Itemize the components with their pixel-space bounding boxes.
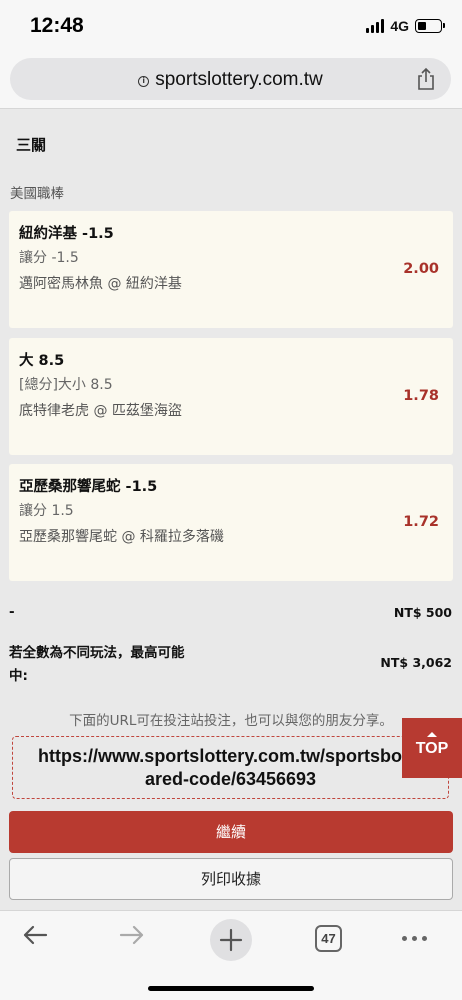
share-icon[interactable] bbox=[415, 67, 437, 91]
signal-icon bbox=[366, 19, 385, 33]
bet-card: 亞歷桑那響尾蛇 -1.5 讓分 1.5 亞歷桑那響尾蛇 @ 科羅拉多落磯 1.7… bbox=[9, 464, 453, 581]
stake-label: - bbox=[9, 604, 15, 620]
max-win-label-line2: 中: bbox=[9, 668, 28, 684]
bet-match: 邁阿密馬林魚 @ 紐約洋基 bbox=[19, 276, 182, 292]
new-tab-button[interactable] bbox=[210, 919, 252, 961]
bet-odds: 1.78 bbox=[403, 388, 439, 404]
bet-market: 讓分 1.5 bbox=[19, 503, 74, 519]
arrow-up-icon bbox=[427, 732, 437, 737]
battery-level bbox=[418, 22, 427, 30]
address-bar[interactable]: i sportslottery.com.tw bbox=[10, 58, 451, 100]
back-arrow-icon[interactable] bbox=[13, 921, 57, 957]
battery-icon bbox=[415, 19, 445, 33]
home-indicator bbox=[148, 986, 314, 991]
max-win-value: NT$ 3,062 bbox=[380, 655, 452, 670]
share-url-line: ared-code/63456693 bbox=[144, 769, 317, 789]
plus-icon bbox=[219, 928, 243, 952]
share-url-box[interactable]: https://www.sportslottery.com.tw/sportsb… bbox=[12, 736, 449, 799]
back-to-top-button[interactable]: TOP bbox=[402, 718, 462, 778]
url-text: sportslottery.com.tw bbox=[155, 69, 323, 90]
continue-button[interactable]: 繼續 bbox=[9, 811, 453, 853]
browser-address-area: i sportslottery.com.tw bbox=[0, 52, 462, 109]
status-bar: 12:48 4G bbox=[0, 0, 462, 52]
tabs-button[interactable]: 47 bbox=[315, 925, 342, 952]
stake-value: NT$ 500 bbox=[393, 605, 452, 620]
bet-slip: 三關 美國職棒 紐約洋基 -1.5 讓分 -1.5 邁阿密馬林魚 @ 紐約洋基 … bbox=[0, 110, 462, 910]
bet-market: [總分]大小 8.5 bbox=[19, 377, 113, 393]
network-type: 4G bbox=[390, 18, 409, 34]
bet-match: 底特律老虎 @ 匹茲堡海盜 bbox=[19, 403, 182, 419]
share-url-line: https://www.sportslottery.com.tw/sportsb… bbox=[37, 746, 424, 766]
more-icon[interactable] bbox=[402, 936, 427, 941]
share-note: 下面的URL可在投注站投注，也可以與您的朋友分享。 bbox=[69, 713, 393, 729]
browser-toolbar: 47 bbox=[0, 910, 462, 1000]
forward-arrow-icon[interactable] bbox=[110, 921, 154, 957]
league-name: 美國職棒 bbox=[10, 186, 64, 202]
top-label: TOP bbox=[415, 740, 449, 757]
print-receipt-button[interactable]: 列印收據 bbox=[9, 858, 453, 900]
bet-market: 讓分 -1.5 bbox=[19, 250, 79, 266]
status-indicators: 4G bbox=[366, 18, 445, 34]
status-time: 12:48 bbox=[30, 14, 84, 37]
bet-match: 亞歷桑那響尾蛇 @ 科羅拉多落磯 bbox=[19, 529, 224, 545]
bet-selection: 紐約洋基 -1.5 bbox=[19, 226, 114, 242]
bet-odds: 2.00 bbox=[403, 261, 439, 277]
max-win-label-line1: 若全數為不同玩法，最高可能 bbox=[9, 645, 185, 661]
bet-selection: 亞歷桑那響尾蛇 -1.5 bbox=[19, 479, 158, 495]
site-info-icon[interactable]: i bbox=[138, 76, 150, 87]
bet-selection: 大 8.5 bbox=[19, 353, 65, 369]
parlay-title: 三關 bbox=[16, 136, 47, 154]
bet-card: 大 8.5 [總分]大小 8.5 底特律老虎 @ 匹茲堡海盜 1.78 bbox=[9, 338, 453, 455]
bet-odds: 1.72 bbox=[403, 514, 439, 530]
bet-card: 紐約洋基 -1.5 讓分 -1.5 邁阿密馬林魚 @ 紐約洋基 2.00 bbox=[9, 211, 453, 328]
